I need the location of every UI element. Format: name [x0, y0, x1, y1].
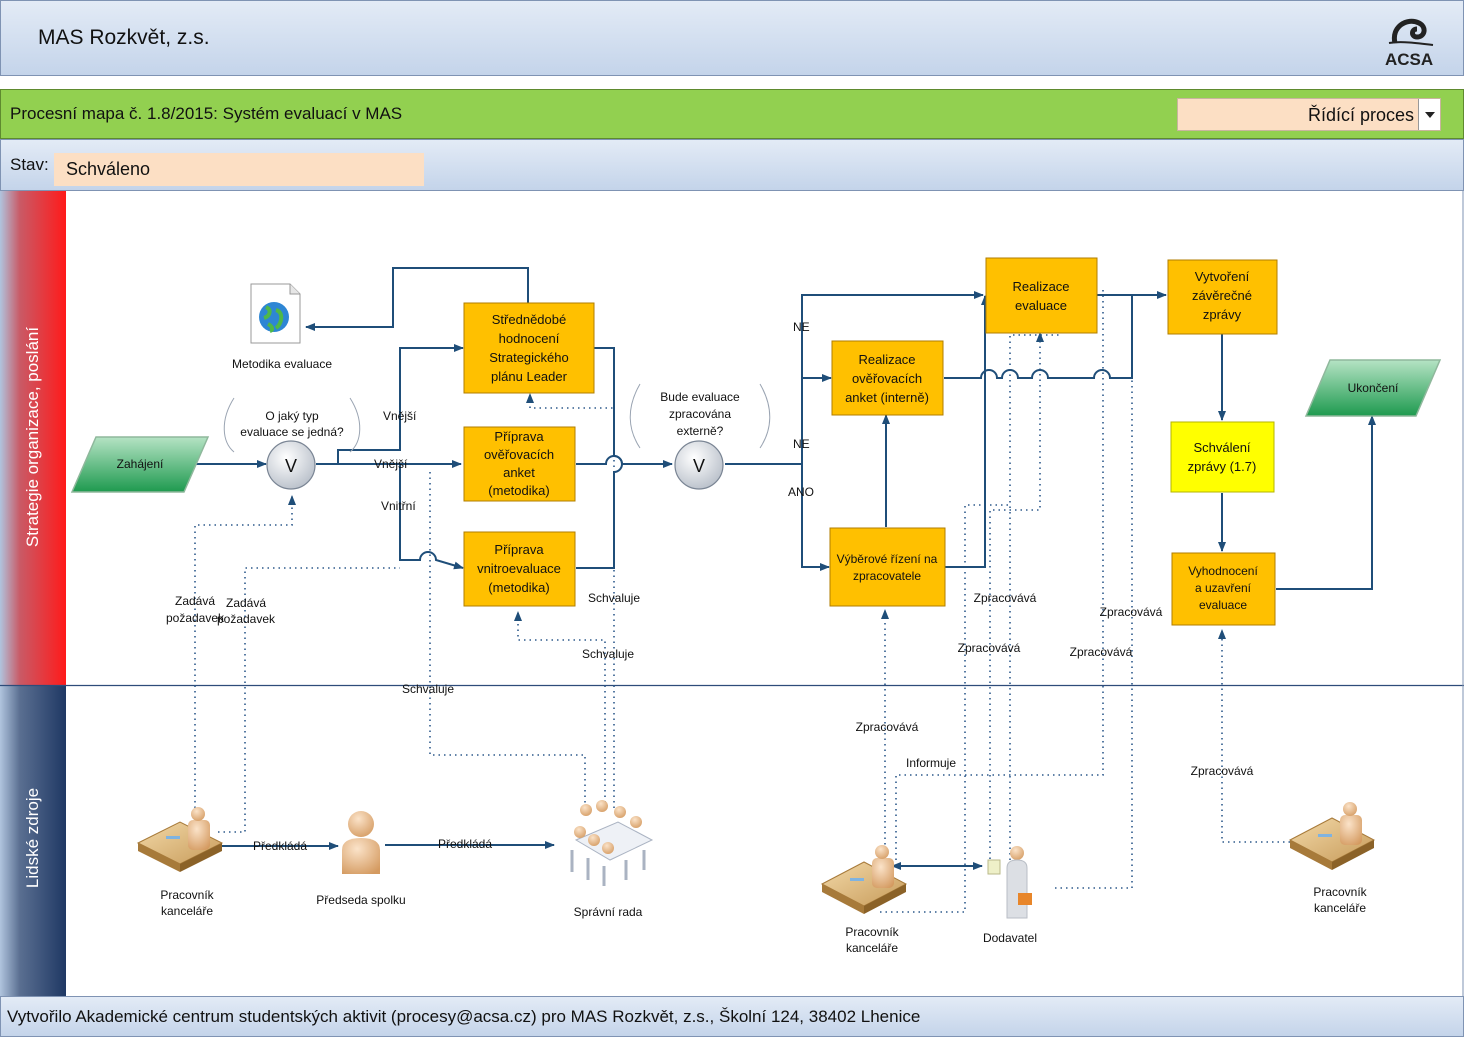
end-event[interactable]: Ukončení: [1304, 359, 1442, 417]
label-process-6: Zpracovává: [1191, 764, 1254, 778]
svg-text:evaluace: evaluace: [1015, 298, 1067, 313]
task-run-surveys[interactable]: Realizace ověřovacích anket (interně): [831, 340, 944, 416]
actor-office-worker-1-label-a: Pracovník: [160, 888, 214, 902]
label-submit-2: Předkládá: [438, 837, 492, 851]
actor-office-worker-2-label-b: kanceláře: [846, 941, 898, 955]
actor-office-worker-3[interactable]: [1288, 802, 1376, 870]
actor-chairman[interactable]: [342, 811, 380, 874]
label-approve-1: Schvaluje: [588, 591, 640, 605]
task-final-report[interactable]: Vytvoření závěrečné zprávy: [1167, 259, 1278, 335]
svg-text:zprávy: zprávy: [1203, 307, 1242, 322]
svg-text:Vyhodnocení: Vyhodnocení: [1188, 564, 1258, 578]
actor-office-worker-3-label-b: kanceláře: [1314, 901, 1366, 915]
task-evaluate-close[interactable]: Vyhodnocení a uzavření evaluace: [1171, 552, 1276, 626]
task-tender[interactable]: Výběrové řízení na zpracovatele: [829, 527, 946, 607]
svg-text:ověřovacích: ověřovacích: [852, 371, 922, 386]
svg-text:V: V: [693, 456, 705, 476]
label-process-4: Zpracovává: [1070, 645, 1133, 659]
label-internal: Vnitřní: [381, 499, 416, 513]
task-approve-report[interactable]: Schválení zprávy (1.7): [1170, 421, 1275, 493]
document-icon[interactable]: [250, 283, 301, 344]
svg-text:V: V: [285, 456, 297, 476]
svg-text:hodnocení: hodnocení: [499, 331, 560, 346]
svg-text:Příprava: Příprava: [494, 429, 544, 444]
svg-text:zprávy (1.7): zprávy (1.7): [1188, 459, 1257, 474]
actor-office-worker-1[interactable]: [136, 807, 224, 872]
start-event[interactable]: Zahájení: [70, 436, 210, 493]
task-mid-term-evaluation[interactable]: Střednědobé hodnocení Strategického plán…: [463, 302, 595, 394]
label-request-1a: Zadává: [175, 594, 215, 608]
svg-text:anket: anket: [503, 465, 535, 480]
label-external-1: Vnější: [383, 409, 417, 423]
svg-text:O jaký typ: O jaký typ: [265, 409, 319, 423]
svg-text:Střednědobé: Střednědobé: [492, 312, 566, 327]
svg-text:Výběrové řízení na: Výběrové řízení na: [837, 552, 938, 566]
label-approve-2: Schvaluje: [582, 647, 634, 661]
gateway-evaluation-type[interactable]: O jaký typ evaluace se jedná? V: [223, 397, 361, 490]
svg-text:Realizace: Realizace: [858, 352, 915, 367]
label-ne-1: NE: [793, 320, 810, 334]
task-run-evaluation[interactable]: Realizace evaluace: [985, 257, 1098, 334]
svg-text:Příprava: Příprava: [494, 542, 544, 557]
label-approve-3: Schvaluje: [402, 682, 454, 696]
svg-text:Schválení: Schválení: [1193, 440, 1250, 455]
label-external-2: Vnější: [374, 457, 408, 471]
svg-text:ověřovacích: ověřovacích: [484, 447, 554, 462]
label-inform: Informuje: [906, 756, 956, 770]
svg-text:evaluace se jedná?: evaluace se jedná?: [240, 425, 344, 439]
actor-chairman-label: Předseda spolku: [316, 893, 405, 907]
label-submit-1: Předkládá: [253, 839, 307, 853]
actor-office-worker-2-label-a: Pracovník: [845, 925, 899, 939]
svg-text:(metodika): (metodika): [488, 580, 549, 595]
actor-office-worker-3-label-a: Pracovník: [1313, 885, 1367, 899]
svg-text:anket (interně): anket (interně): [845, 390, 929, 405]
actor-board-label: Správní rada: [574, 905, 643, 919]
label-process-5: Zpracovává: [856, 720, 919, 734]
label-process-1: Zpracovává: [974, 591, 1037, 605]
document-label: Metodika evaluace: [232, 357, 332, 371]
svg-text:(metodika): (metodika): [488, 483, 549, 498]
svg-text:a uzavření: a uzavření: [1195, 581, 1252, 595]
label-ano: ANO: [788, 485, 814, 499]
label-process-2: Zpracovává: [958, 641, 1021, 655]
svg-text:závěrečné: závěrečné: [1192, 288, 1252, 303]
svg-text:Bude evaluace: Bude evaluace: [660, 390, 740, 404]
actor-board[interactable]: [570, 800, 654, 886]
process-diagram: Zahájení Ukončení Metodika evaluace O ja…: [0, 191, 1464, 996]
svg-text:Zahájení: Zahájení: [117, 457, 164, 471]
label-ne-2: NE: [793, 437, 810, 451]
footer-credits: Vytvořilo Akademické centrum studentskýc…: [7, 1007, 921, 1026]
task-prepare-self-evaluation[interactable]: Příprava vnitroevaluace (metodika): [463, 531, 576, 607]
label-request-2a: Zadává: [226, 596, 266, 610]
task-prepare-surveys[interactable]: Příprava ověřovacích anket (metodika): [463, 426, 576, 502]
svg-text:zpracovatele: zpracovatele: [853, 569, 921, 583]
gateway-external[interactable]: Bude evaluace zpracována externě? V: [629, 383, 771, 490]
label-process-3: Zpracovává: [1100, 605, 1163, 619]
svg-text:Vytvoření: Vytvoření: [1195, 269, 1250, 284]
svg-text:evaluace: evaluace: [1199, 598, 1247, 612]
svg-text:Realizace: Realizace: [1012, 279, 1069, 294]
svg-text:Strategického: Strategického: [489, 350, 569, 365]
actor-supplier[interactable]: [987, 846, 1032, 919]
svg-text:plánu Leader: plánu Leader: [491, 369, 568, 384]
label-request-2b: požadavek: [217, 612, 276, 626]
actor-supplier-label: Dodavatel: [983, 931, 1037, 945]
svg-text:vnitroevaluace: vnitroevaluace: [477, 561, 561, 576]
footer-bar: Vytvořilo Akademické centrum studentskýc…: [0, 996, 1464, 1037]
svg-text:Ukončení: Ukončení: [1348, 381, 1399, 395]
actor-office-worker-2[interactable]: [820, 845, 908, 914]
actor-office-worker-1-label-b: kanceláře: [161, 904, 213, 918]
svg-text:zpracována: zpracována: [669, 407, 731, 421]
svg-text:externě?: externě?: [677, 424, 724, 438]
